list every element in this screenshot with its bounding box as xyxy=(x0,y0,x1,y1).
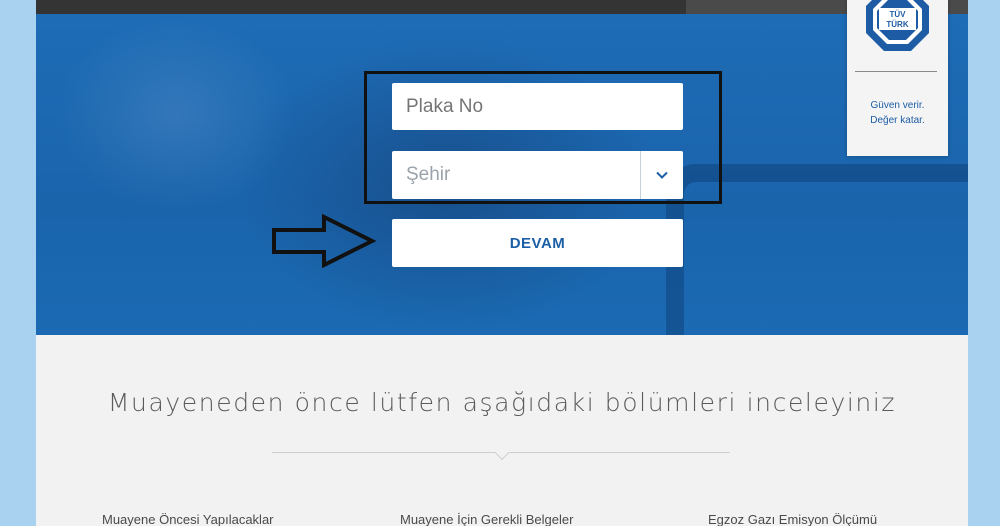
plate-field[interactable] xyxy=(392,83,683,130)
brand-panel: TÜV TÜRK Güven verir. Değer katar. xyxy=(847,0,948,156)
section-link-emission-measurement[interactable]: Egzoz Gazı Emisyon Ölçümü xyxy=(708,512,877,526)
logo-text-top: TÜV xyxy=(890,10,907,19)
slogan-line-2: Değer katar. xyxy=(870,115,925,126)
brand-divider xyxy=(855,71,937,72)
divider-notch xyxy=(494,445,510,461)
logo-text-bottom: TÜRK xyxy=(886,20,908,29)
top-bar xyxy=(36,0,968,14)
right-arrow-icon xyxy=(272,214,376,268)
plate-input[interactable] xyxy=(406,83,636,130)
section-link-required-documents[interactable]: Muayene İçin Gerekli Belgeler xyxy=(400,512,573,526)
city-select[interactable]: Şehir xyxy=(392,151,683,199)
info-heading: Muayeneden önce lütfen aşağıdaki bölümle… xyxy=(107,388,897,417)
tuv-turk-logo: TÜV TÜRK xyxy=(866,0,929,51)
city-select-value: Şehir xyxy=(406,164,451,185)
section-link-before-inspection[interactable]: Muayene Öncesi Yapılacaklar xyxy=(102,512,274,526)
page-frame: TÜV TÜRK Güven verir. Değer katar. Şehir… xyxy=(36,0,968,526)
continue-button[interactable]: DEVAM xyxy=(392,219,683,267)
chevron-down-icon xyxy=(656,171,668,179)
slogan-line-1: Güven verir. xyxy=(870,100,925,111)
city-dropdown-toggle[interactable] xyxy=(641,151,683,199)
